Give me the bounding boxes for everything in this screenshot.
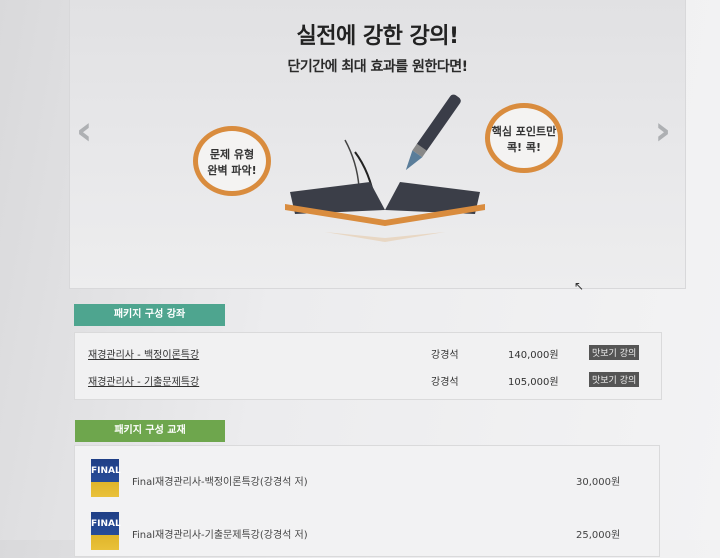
book-cover-image[interactable]: FINAL (91, 512, 121, 550)
bubble-left-line1: 문제 유형 (209, 148, 255, 161)
lecture-price: 105,000원 (508, 377, 559, 388)
banner-title: 실전에 강한 강의! (296, 24, 459, 49)
lecture-link[interactable]: 재경관리사 - 백정이론특강 (88, 346, 199, 361)
book-price: 30,000원 (576, 477, 621, 488)
list-item: FINAL Final재경관리사-백정이론특강(강경석 저) 30,000원 (75, 459, 659, 505)
speech-bubble-right: 핵심 포인트만 콕! 콕! (485, 103, 563, 173)
next-slide-arrow-icon[interactable]: › (655, 108, 671, 154)
book-pen-illustration-icon (285, 94, 485, 242)
bubble-right-line1: 핵심 포인트만 (491, 125, 557, 138)
book-cover-image[interactable]: FINAL (91, 459, 121, 497)
speech-bubble-left: 문제 유형 완벽 파악! (193, 126, 271, 196)
book-title: Final재경관리사-기출문제특강(강경석 저) (132, 530, 308, 541)
banner-subtitle: 단기간에 최대 효과를 원한다면! (287, 59, 468, 75)
list-item: FINAL Final재경관리사-기출문제특강(강경석 저) 25,000원 (75, 512, 659, 558)
lecture-list: 재경관리사 - 백정이론특강 강경석 140,000원 맛보기 강의 재경관리사… (74, 332, 662, 400)
prev-slide-arrow-icon[interactable]: ‹ (76, 108, 92, 154)
mouse-cursor-icon: ↖ (574, 279, 585, 293)
lecture-link[interactable]: 재경관리사 - 기출문제특강 (88, 373, 199, 388)
textbook-section-tab: 패키지 구성 교재 (75, 420, 225, 442)
lecture-teacher: 강경석 (431, 350, 459, 361)
book-title: Final재경관리사-백정이론특강(강경석 저) (132, 477, 308, 488)
bubble-left-line2: 완벽 파악! (207, 164, 257, 177)
table-row: 재경관리사 - 백정이론특강 강경석 140,000원 맛보기 강의 (75, 345, 661, 364)
lecture-section-tab: 패키지 구성 강좌 (74, 304, 225, 326)
bubble-right-line2: 콕! 콕! (506, 141, 542, 154)
lecture-teacher: 강경석 (431, 377, 459, 388)
promo-banner: 실전에 강한 강의! 단기간에 최대 효과를 원한다면! ‹ › 문제 유형 완… (70, 0, 685, 288)
preview-button[interactable]: 맛보기 강의 (589, 345, 640, 360)
lecture-price: 140,000원 (508, 350, 559, 361)
preview-button[interactable]: 맛보기 강의 (589, 372, 640, 387)
book-price: 25,000원 (576, 530, 621, 541)
textbook-list: FINAL Final재경관리사-백정이론특강(강경석 저) 30,000원 F… (74, 445, 660, 557)
table-row: 재경관리사 - 기출문제특강 강경석 105,000원 맛보기 강의 (75, 372, 661, 391)
